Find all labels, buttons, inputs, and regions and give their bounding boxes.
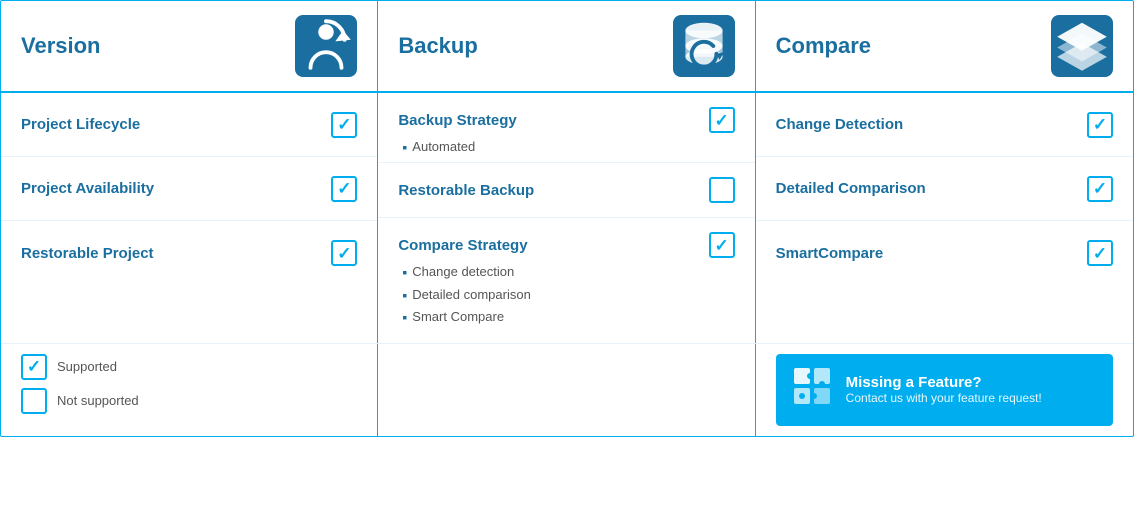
sub-item-text: Smart Compare [412,307,504,328]
feature-row: Restorable Project [1,221,377,285]
not-supported-check-icon [21,388,47,414]
version-col: Project Lifecycle Project Availability R… [1,93,378,343]
header-version: Version [1,1,378,91]
bullet: ▪ [402,261,407,283]
version-icon [295,15,357,77]
sub-item-text: Automated [412,137,475,158]
feature-block-header: Compare Strategy [398,232,734,258]
feature-row: SmartCompare [756,221,1133,285]
sub-item: ▪ Detailed comparison [402,284,734,306]
bottom-banner-col: Missing a Feature? Contact us with your … [756,344,1133,436]
bottom-empty-col [378,344,755,436]
empty-check-icon [709,177,735,203]
feature-row: Project Availability [1,157,377,221]
feature-row: Change Detection [756,93,1133,157]
feature-sub: ▪ Change detection ▪ Detailed comparison… [398,261,734,328]
feature-name: Restorable Project [21,245,331,262]
feature-name: Project Availability [21,180,331,197]
header-backup: Backup [378,1,755,91]
feature-name: Project Lifecycle [21,116,331,133]
header-version-title: Version [21,33,100,59]
check-icon [709,232,735,258]
feature-block: Restorable Backup [378,163,754,218]
missing-feature-text: Missing a Feature? Contact us with your … [846,374,1042,405]
header-backup-title: Backup [398,33,477,59]
backup-col: Backup Strategy ▪ Automated Restorable B… [378,93,755,343]
missing-feature-title: Missing a Feature? [846,374,1042,391]
feature-name: Restorable Backup [398,182,534,199]
feature-comparison-table: Version Backup [0,0,1134,437]
feature-row: Detailed Comparison [756,157,1133,221]
sub-item-text: Detailed comparison [412,285,531,306]
sub-item: ▪ Automated [402,136,734,158]
supported-check-icon [21,354,47,380]
feature-block: Backup Strategy ▪ Automated [378,93,754,163]
check-icon [1087,240,1113,266]
feature-sub: ▪ Automated [398,136,734,158]
header-compare: Compare [756,1,1133,91]
missing-feature-subtitle: Contact us with your feature request! [846,391,1042,405]
feature-name: Backup Strategy [398,112,516,129]
feature-name: Change Detection [776,116,1087,133]
check-icon [331,176,357,202]
check-icon [331,112,357,138]
bullet: ▪ [402,284,407,306]
backup-icon [673,15,735,77]
body-row: Project Lifecycle Project Availability R… [1,93,1133,343]
compare-icon [1051,15,1113,77]
sub-item-text: Change detection [412,262,514,283]
feature-name: SmartCompare [776,245,1087,262]
feature-block-header: Backup Strategy [398,107,734,133]
feature-name: Compare Strategy [398,237,527,254]
check-icon [1087,176,1113,202]
feature-block: Compare Strategy ▪ Change detection ▪ De… [378,218,754,342]
check-icon [1087,112,1113,138]
legend-not-supported-label: Not supported [57,393,139,408]
header-row: Version Backup [1,1,1133,93]
check-icon [331,240,357,266]
header-compare-title: Compare [776,33,871,59]
check-icon [709,107,735,133]
feature-block-header: Restorable Backup [398,177,734,203]
legend-supported-label: Supported [57,359,117,374]
feature-name: Detailed Comparison [776,180,1087,197]
feature-row: Project Lifecycle [1,93,377,157]
legend-col: Supported Not supported [1,344,378,436]
bottom-area: Supported Not supported [1,343,1133,436]
legend-supported: Supported [21,354,357,380]
puzzle-icon [790,364,834,416]
sub-item: ▪ Change detection [402,261,734,283]
bullet: ▪ [402,306,407,328]
legend-not-supported: Not supported [21,388,357,414]
bullet: ▪ [402,136,407,158]
compare-col: Change Detection Detailed Comparison Sma… [756,93,1133,343]
missing-feature-banner[interactable]: Missing a Feature? Contact us with your … [776,354,1113,426]
sub-item: ▪ Smart Compare [402,306,734,328]
